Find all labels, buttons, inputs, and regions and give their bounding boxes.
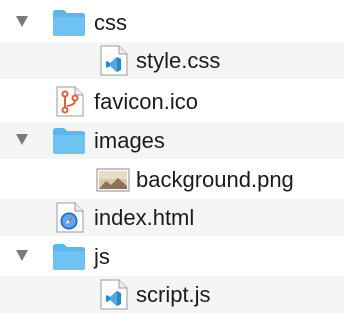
tree-item-label: css <box>94 10 127 35</box>
tree-row-css[interactable]: css <box>0 4 344 41</box>
tree-item-label: index.html <box>94 205 195 230</box>
file-tree: css style.css favicon.ico images backgro… <box>0 0 344 322</box>
vscode-file-icon <box>100 45 128 76</box>
vscode-file-icon <box>100 279 128 310</box>
tree-row-script-js[interactable]: script.js <box>0 276 344 313</box>
tree-item-label: script.js <box>136 282 211 307</box>
tree-row-favicon[interactable]: favicon.ico <box>0 83 344 120</box>
tree-row-style-css[interactable]: style.css <box>0 42 344 79</box>
folder-icon <box>53 244 85 270</box>
tree-row-js[interactable]: js <box>0 238 344 275</box>
tree-row-background-png[interactable]: background.png <box>0 161 344 198</box>
tree-item-label: images <box>94 128 165 153</box>
disclosure-triangle-icon[interactable] <box>16 16 28 27</box>
tree-item-label: js <box>94 244 110 269</box>
tree-item-label: background.png <box>136 167 294 192</box>
tree-row-images[interactable]: images <box>0 122 344 159</box>
tree-item-label: favicon.ico <box>94 89 198 114</box>
disclosure-triangle-icon[interactable] <box>16 250 28 261</box>
folder-icon <box>53 10 85 36</box>
tree-item-label: style.css <box>136 48 221 73</box>
disclosure-triangle-icon[interactable] <box>16 134 28 145</box>
tree-row-index-html[interactable]: index.html <box>0 199 344 236</box>
git-branch-file-icon <box>56 86 84 117</box>
safari-file-icon <box>56 202 84 233</box>
folder-icon <box>53 128 85 154</box>
image-file-icon <box>96 168 130 192</box>
